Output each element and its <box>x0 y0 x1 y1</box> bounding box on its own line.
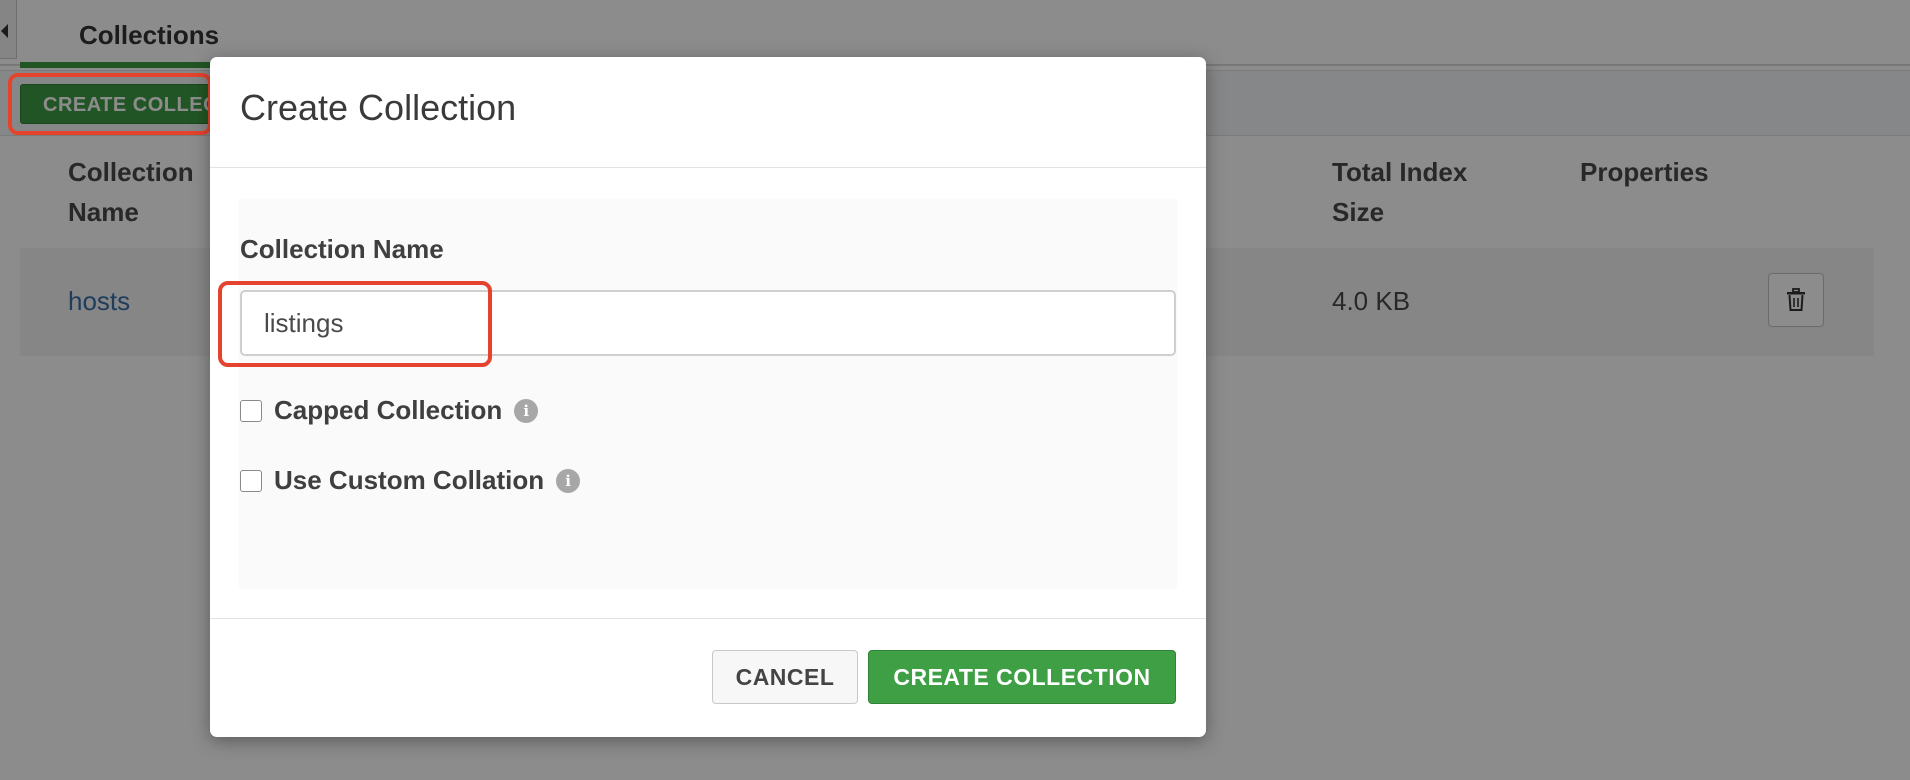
collection-name-input[interactable] <box>240 290 1176 356</box>
capped-collection-checkbox[interactable] <box>240 399 262 422</box>
create-collection-button[interactable]: CREATE COLLECTION <box>868 650 1176 704</box>
cancel-button[interactable]: CANCEL <box>712 650 858 704</box>
custom-collation-option: Use Custom Collation i <box>240 465 581 496</box>
dialog-footer-divider <box>210 618 1206 619</box>
info-icon[interactable]: i <box>556 468 581 493</box>
dialog-title: Create Collection <box>240 87 517 128</box>
annotation-highlight <box>8 73 212 135</box>
capped-collection-option: Capped Collection i <box>240 395 539 426</box>
custom-collation-label[interactable]: Use Custom Collation <box>274 465 544 496</box>
collection-name-label: Collection Name <box>240 234 444 264</box>
dialog-header-divider <box>210 167 1206 168</box>
info-icon[interactable]: i <box>514 398 539 423</box>
create-collection-dialog: Create Collection Collection Name Capped… <box>210 57 1206 737</box>
capped-collection-label[interactable]: Capped Collection <box>274 395 502 426</box>
custom-collation-checkbox[interactable] <box>240 469 262 492</box>
